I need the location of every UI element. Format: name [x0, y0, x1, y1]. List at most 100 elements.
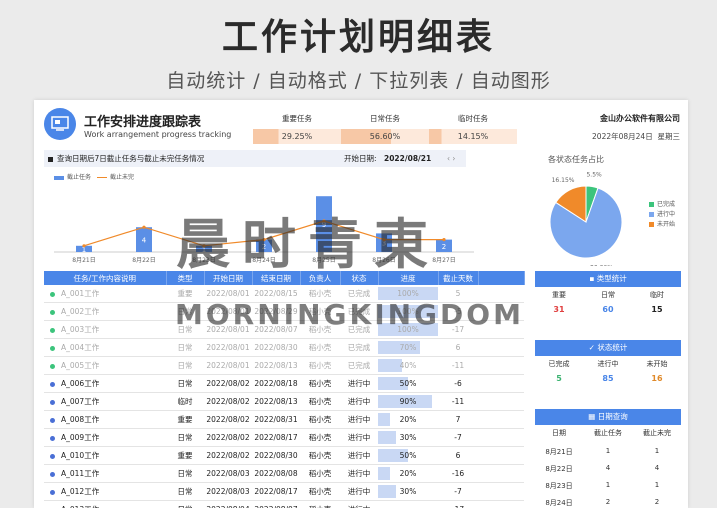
table-row[interactable]: A_006工作 日常 2022/08/02 2022/08/18 稻小壳 进行中…: [44, 374, 524, 393]
table-row[interactable]: A_012工作 日常 2022/08/03 2022/08/17 稻小壳 进行中…: [44, 482, 524, 501]
task-end[interactable]: 2022/08/07: [252, 500, 300, 508]
task-progress[interactable]: 30%: [378, 482, 438, 501]
task-status[interactable]: 已完成: [340, 356, 378, 375]
table-row[interactable]: A_004工作 日常 2022/08/01 2022/08/30 稻小壳 已完成…: [44, 338, 524, 357]
task-end[interactable]: 2022/08/30: [252, 338, 300, 357]
task-start[interactable]: 2022/08/03: [204, 482, 252, 501]
task-status[interactable]: 进行中: [340, 446, 378, 465]
progress-fill: [378, 413, 390, 426]
task-start[interactable]: 2022/08/02: [204, 392, 252, 411]
task-type[interactable]: 重要: [166, 446, 204, 465]
task-end[interactable]: 2022/08/31: [252, 410, 300, 429]
task-status[interactable]: 进行中: [340, 374, 378, 393]
date-query-cell: 8月23日: [545, 482, 573, 490]
start-date-label: 开始日期:: [344, 154, 377, 163]
row-spacer: [478, 392, 524, 411]
task-owner[interactable]: 稻小壳: [300, 410, 340, 429]
task-progress[interactable]: 30%: [378, 428, 438, 447]
task-progress[interactable]: 20%: [378, 464, 438, 483]
task-owner[interactable]: 稻小壳: [300, 356, 340, 375]
progress-text: 50%: [399, 379, 417, 388]
table-row[interactable]: A_011工作 日常 2022/08/03 2022/08/08 稻小壳 进行中…: [44, 464, 524, 483]
weekday-text: 星期三: [657, 132, 681, 141]
start-date-input[interactable]: 2022/08/21: [384, 150, 431, 167]
task-owner[interactable]: 稻小壳: [300, 482, 340, 501]
task-status[interactable]: 已完成: [340, 338, 378, 357]
task-start[interactable]: 2022/08/01: [204, 338, 252, 357]
pie-slice-label: 16.15%: [552, 177, 575, 184]
date-spinner-icon[interactable]: ‹ ›: [447, 150, 455, 167]
task-type[interactable]: 日常: [166, 500, 204, 508]
progress-text: 50%: [399, 451, 417, 460]
task-type[interactable]: 日常: [166, 374, 204, 393]
task-progress[interactable]: 90%: [378, 392, 438, 411]
legend-swatch: [649, 202, 654, 207]
task-owner[interactable]: 稻小壳: [300, 392, 340, 411]
task-status[interactable]: 进行中: [340, 500, 378, 508]
table-row[interactable]: A_013工作 日常 2022/08/04 2022/08/07 稻小壳 进行中…: [44, 500, 524, 508]
task-status[interactable]: 进行中: [340, 410, 378, 429]
task-owner[interactable]: 稻小壳: [300, 428, 340, 447]
task-progress[interactable]: 40%: [378, 356, 438, 375]
col-header[interactable]: 任务/工作内容说明: [44, 271, 167, 285]
task-name: A_005工作: [44, 356, 166, 375]
task-owner[interactable]: 稻小壳: [300, 374, 340, 393]
task-type[interactable]: 日常: [166, 482, 204, 501]
task-progress[interactable]: [378, 500, 438, 508]
date-query-cell: 4: [605, 464, 611, 472]
task-name: A_008工作: [44, 410, 166, 429]
task-status[interactable]: 进行中: [340, 464, 378, 483]
table-row[interactable]: A_009工作 日常 2022/08/02 2022/08/17 稻小壳 进行中…: [44, 428, 524, 447]
task-end[interactable]: 2022/08/13: [252, 356, 300, 375]
task-type[interactable]: 日常: [166, 428, 204, 447]
task-progress[interactable]: 50%: [378, 374, 438, 393]
task-status[interactable]: 进行中: [340, 482, 378, 501]
status-dot-icon: [50, 381, 55, 387]
task-name: A_013工作: [44, 500, 166, 508]
kpi-important-label: 重要任务: [282, 114, 312, 123]
square-icon: [48, 156, 53, 162]
bar-value-label: 2: [442, 243, 446, 251]
task-end[interactable]: 2022/08/13: [252, 392, 300, 411]
date-query-cell: 8月21日: [545, 448, 573, 456]
col-header[interactable]: 截止天数: [438, 271, 479, 285]
task-start[interactable]: 2022/08/02: [204, 446, 252, 465]
task-type[interactable]: 重要: [166, 410, 204, 429]
table-row[interactable]: A_008工作 重要 2022/08/02 2022/08/31 稻小壳 进行中…: [44, 410, 524, 429]
task-owner[interactable]: 稻小壳: [300, 464, 340, 483]
task-owner[interactable]: 稻小壳: [300, 500, 340, 508]
task-name: A_009工作: [44, 428, 166, 447]
task-end[interactable]: 2022/08/17: [252, 482, 300, 501]
task-status[interactable]: 进行中: [340, 428, 378, 447]
task-start[interactable]: 2022/08/02: [204, 410, 252, 429]
task-progress[interactable]: 20%: [378, 410, 438, 429]
task-start[interactable]: 2022/08/02: [204, 428, 252, 447]
task-type[interactable]: 日常: [166, 338, 204, 357]
table-row[interactable]: A_007工作 临时 2022/08/02 2022/08/13 稻小壳 进行中…: [44, 392, 524, 411]
task-type[interactable]: 日常: [166, 356, 204, 375]
task-end[interactable]: 2022/08/08: [252, 464, 300, 483]
task-days: -7: [438, 482, 478, 501]
table-row[interactable]: A_005工作 日常 2022/08/01 2022/08/13 稻小壳 已完成…: [44, 356, 524, 375]
header-date: 2022年08月24日 星期三: [592, 131, 680, 142]
company-name: 金山办公软件有限公司: [600, 114, 680, 123]
task-name: A_004工作: [44, 338, 166, 357]
task-type[interactable]: 日常: [166, 464, 204, 483]
pie-title: 各状态任务占比: [548, 155, 604, 164]
task-start[interactable]: 2022/08/01: [204, 356, 252, 375]
task-start[interactable]: 2022/08/04: [204, 500, 252, 508]
task-type[interactable]: 临时: [166, 392, 204, 411]
task-owner[interactable]: 稻小壳: [300, 338, 340, 357]
task-start[interactable]: 2022/08/03: [204, 464, 252, 483]
task-status[interactable]: 进行中: [340, 392, 378, 411]
date-query-header: ▦ 日期查询: [535, 409, 681, 425]
task-end[interactable]: 2022/08/30: [252, 446, 300, 465]
table-row[interactable]: A_010工作 重要 2022/08/02 2022/08/30 稻小壳 进行中…: [44, 446, 524, 465]
task-end[interactable]: 2022/08/18: [252, 374, 300, 393]
task-end[interactable]: 2022/08/17: [252, 428, 300, 447]
task-progress[interactable]: 50%: [378, 446, 438, 465]
task-owner[interactable]: 稻小壳: [300, 446, 340, 465]
task-start[interactable]: 2022/08/02: [204, 374, 252, 393]
task-progress[interactable]: 70%: [378, 338, 438, 357]
status-dot-icon: [50, 345, 55, 351]
